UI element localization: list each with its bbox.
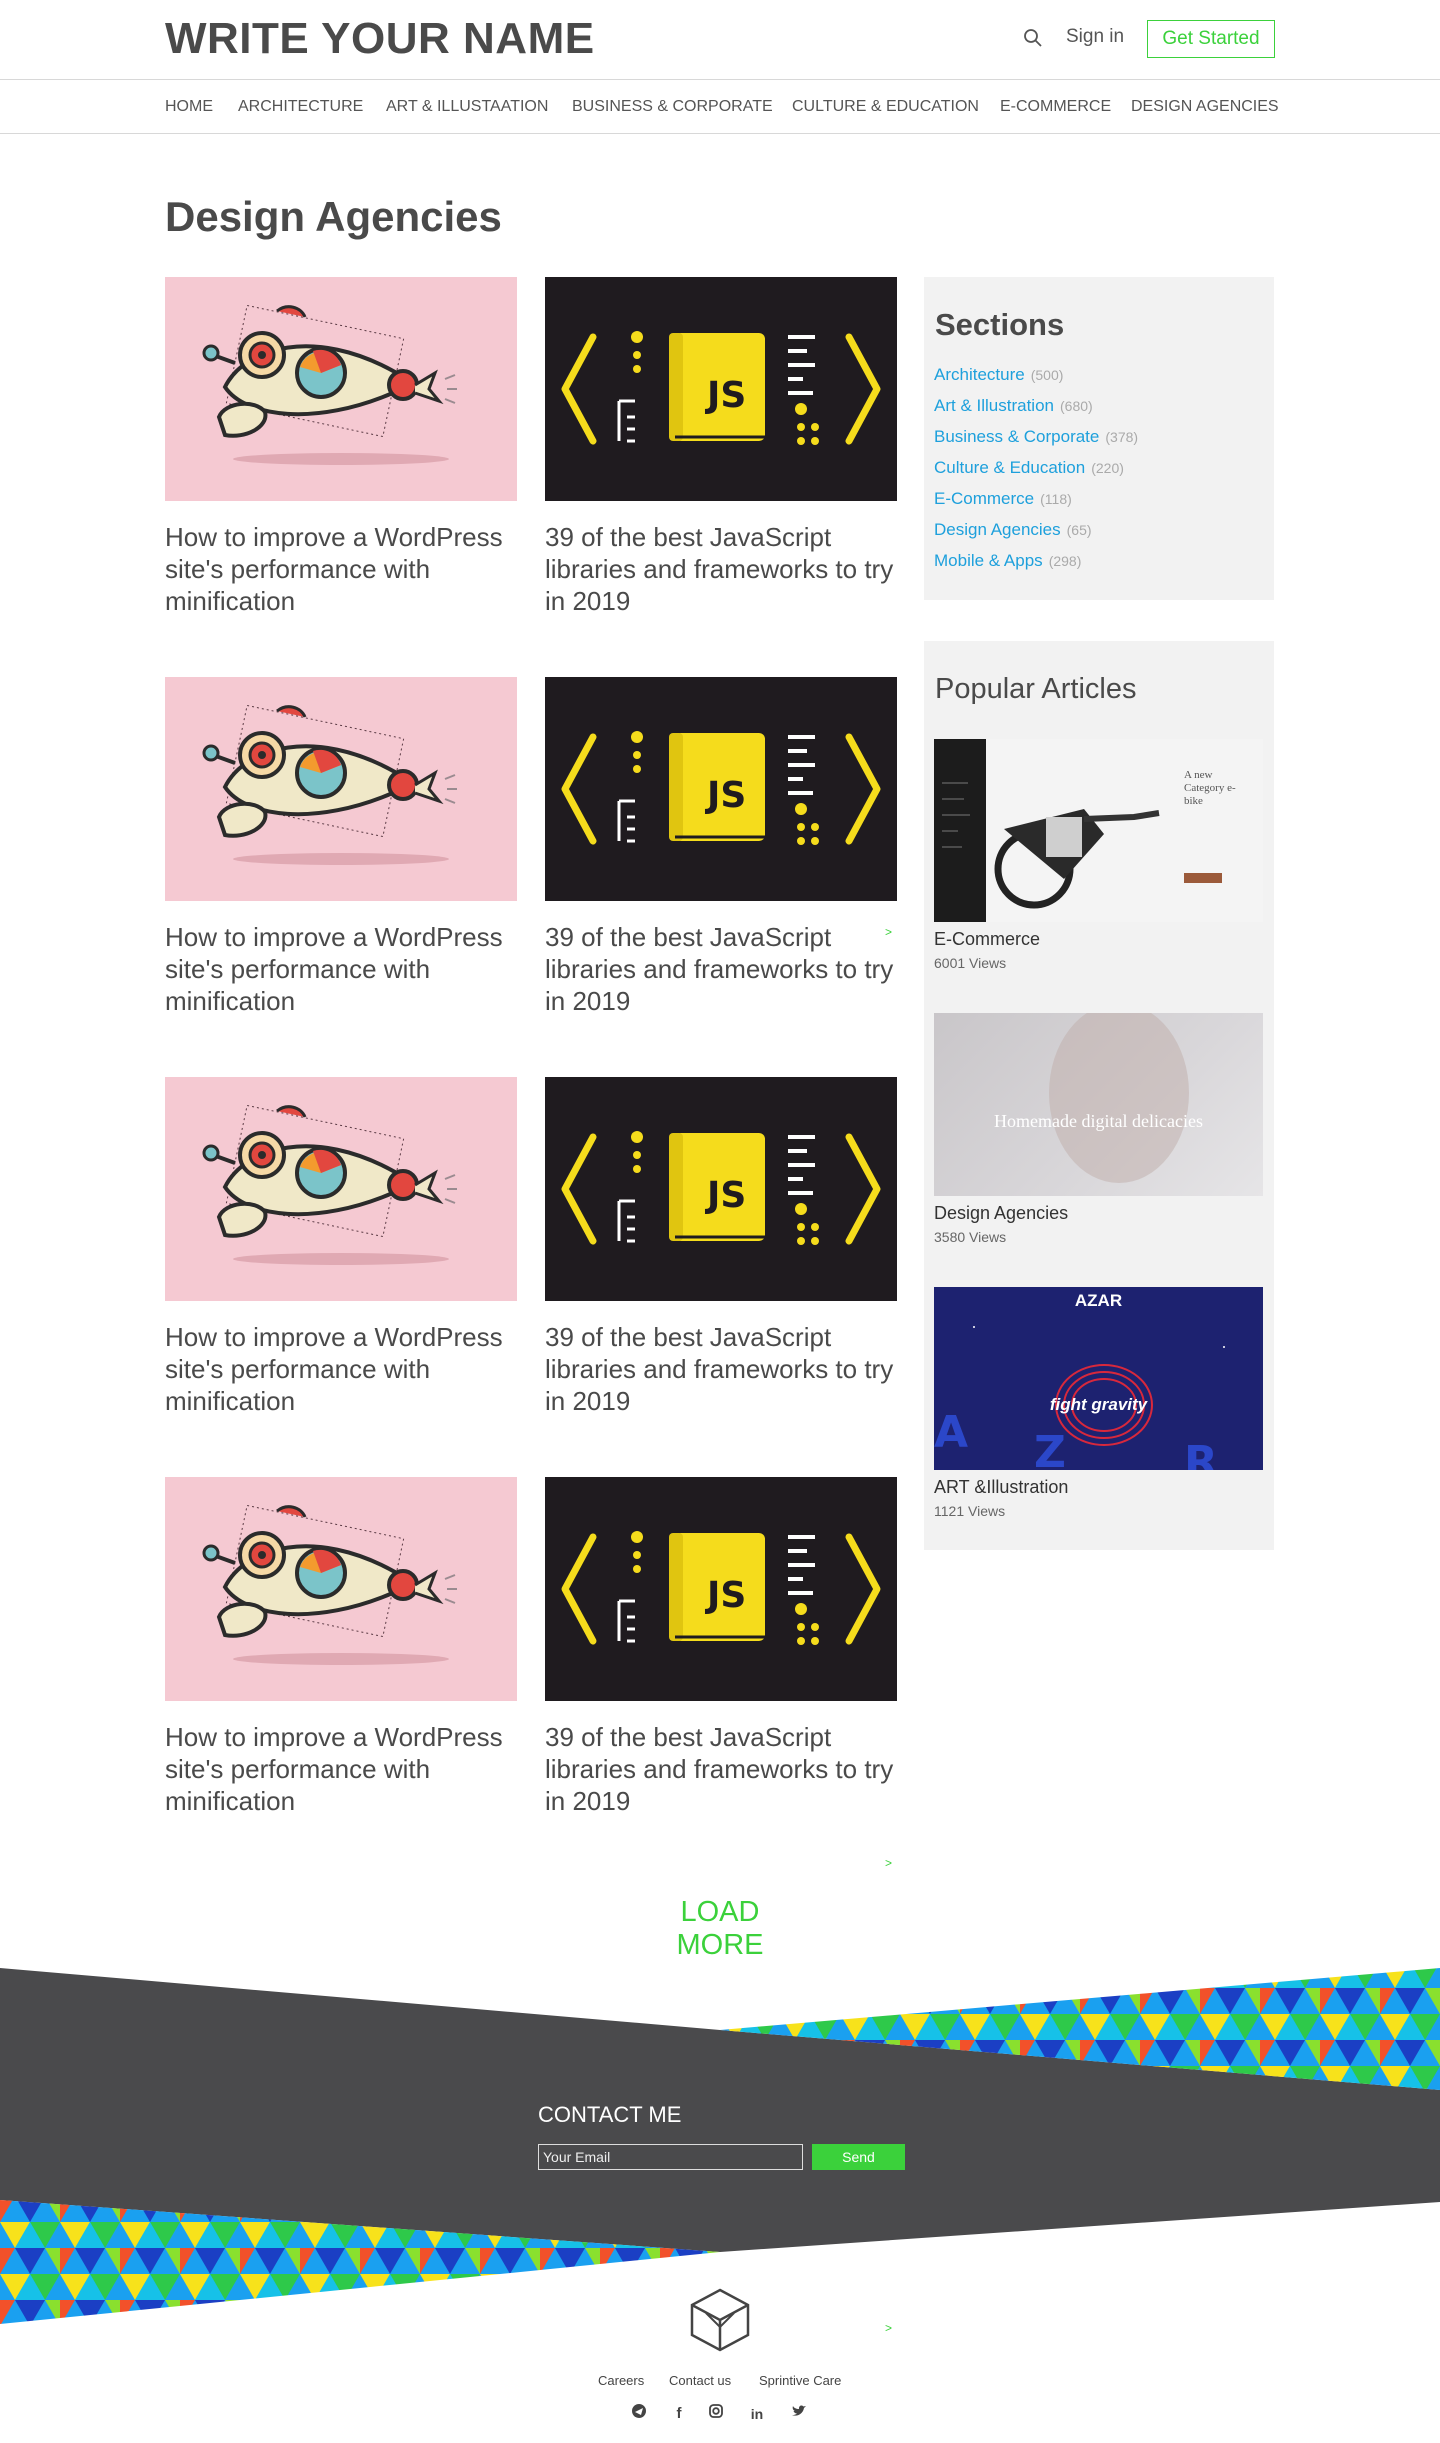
delicacies-thumbnail[interactable]: Homemade digital delicacies [934,1013,1263,1196]
rocket-illustration-image[interactable] [165,1077,517,1301]
article-card[interactable]: 39 of the best JavaScript libraries and … [545,677,897,1017]
nav-item-architecture[interactable]: ARCHITECTURE [238,98,363,116]
js-book-illustration-image[interactable] [545,677,897,901]
contact-title: CONTACT ME [538,2102,682,2127]
section-count: (220) [1091,460,1124,476]
chevron-right-icon: > [885,2321,893,2335]
section-count: (378) [1105,429,1139,445]
section-count: (680) [1060,398,1093,414]
js-book-illustration-image[interactable] [545,1077,897,1301]
search-icon[interactable] [1022,27,1044,49]
ebike-thumbnail-text: A new Category e-bike [1184,769,1236,807]
article-title[interactable]: How to improve a WordPress site's perfor… [165,1721,517,1817]
article-card[interactable]: How to improve a WordPress site's perfor… [165,1477,517,1817]
popular-article-views: 3580 Views [934,1229,1007,1245]
popular-article-views: 6001 Views [934,955,1007,971]
email-input[interactable] [538,2144,803,2170]
section-label[interactable]: Culture & Education [934,458,1085,477]
ebike-thumbnail[interactable]: A new Category e-bike [934,739,1263,922]
svg-text:R: R [1184,1437,1218,1470]
popular-articles-title: Popular Articles [935,673,1137,705]
nav-item-business-corporate[interactable]: BUSINESS & CORPORATE [572,98,773,116]
nav-item-home[interactable]: HOME [165,98,213,116]
signin-link[interactable]: Sign in [1066,26,1124,48]
section-label[interactable]: Architecture [934,365,1025,384]
article-title[interactable]: How to improve a WordPress site's perfor… [165,521,517,617]
section-label[interactable]: Art & Illustration [934,396,1054,415]
section-count: (118) [1040,491,1072,507]
svg-text:Z: Z [1034,1427,1066,1470]
article-title[interactable]: How to improve a WordPress site's perfor… [165,921,517,1017]
footer-link-careers[interactable]: Careers [598,2373,644,2388]
js-book-illustration-image[interactable] [545,1477,897,1701]
send-button[interactable]: Send [812,2144,905,2170]
fight-gravity-thumbnail-text: fight gravity [1049,1395,1148,1414]
article-card[interactable]: How to improve a WordPress site's perfor… [165,1077,517,1417]
section-link-business-corporate[interactable]: Business & Corporate (378) [934,427,1138,447]
section-count: (500) [1030,367,1064,383]
sections-panel: Sections Architecture (500) Art & Illustr… [924,277,1274,600]
popular-article-name[interactable]: Design Agencies [934,1203,1068,1224]
cube-logo-icon[interactable] [688,2287,752,2358]
chevron-right-icon: > [885,925,893,939]
article-card[interactable]: How to improve a WordPress site's perfor… [165,277,517,617]
section-link-art-illustration[interactable]: Art & Illustration (680) [934,396,1093,416]
rocket-illustration-image[interactable] [165,677,517,901]
thumbnail-button [1184,873,1222,883]
popular-article-name[interactable]: ART &Illustration [934,1477,1068,1498]
delicacies-thumbnail-text: Homemade digital delicacies [994,1111,1203,1131]
sections-title: Sections [935,307,1065,342]
nav-item-design-agencies[interactable]: DESIGN AGENCIES [1131,98,1279,116]
js-book-illustration-image[interactable] [545,277,897,501]
article-card[interactable]: 39 of the best JavaScript libraries and … [545,277,897,617]
site-brand[interactable]: WRITE YOUR NAME [165,14,595,64]
section-link-architecture[interactable]: Architecture (500) [934,365,1063,385]
footer-link-contact[interactable]: Contact us [669,2373,731,2388]
article-card[interactable]: 39 of the best JavaScript libraries and … [545,1477,897,1817]
get-started-button[interactable]: Get Started [1147,20,1275,58]
section-link-culture-education[interactable]: Culture & Education (220) [934,458,1124,478]
chevron-right-icon: > [885,1856,893,1870]
section-label[interactable]: Design Agencies [934,520,1061,539]
article-title[interactable]: 39 of the best JavaScript libraries and … [545,1321,897,1417]
article-title[interactable]: 39 of the best JavaScript libraries and … [545,921,897,1017]
popular-article-name[interactable]: E-Commerce [934,929,1040,950]
site-header: WRITE YOUR NAME Sign in Get Started [0,0,1440,80]
section-label[interactable]: E-Commerce [934,489,1034,508]
popular-article-views: 1121 Views [934,1503,1006,1519]
article-title[interactable]: 39 of the best JavaScript libraries and … [545,1721,897,1817]
section-count: (65) [1066,522,1092,538]
azar-logo-text: AZAR [1074,1291,1123,1310]
section-link-mobile-apps[interactable]: Mobile & Apps (298) [934,551,1081,571]
footer-link-sprintive-care[interactable]: Sprintive Care [759,2373,841,2388]
category-nav: HOME ARCHITECTURE ART & ILLUSTAATION BUS… [0,80,1440,134]
article-card[interactable]: 39 of the best JavaScript libraries and … [545,1077,897,1417]
nav-item-ecommerce[interactable]: E-COMMERCE [1000,98,1111,116]
section-link-ecommerce[interactable]: E-Commerce (118) [934,489,1072,509]
article-title[interactable]: How to improve a WordPress site's perfor… [165,1321,517,1417]
article-title[interactable]: 39 of the best JavaScript libraries and … [545,521,897,617]
page-title: Design Agencies [165,193,502,240]
linkedin-icon[interactable]: in [746,2403,768,2425]
facebook-icon[interactable]: f [668,2403,690,2425]
nav-item-culture-education[interactable]: CULTURE & EDUCATION [792,98,979,116]
load-more-label[interactable]: LOAD MORE [677,1896,764,1961]
fight-gravity-thumbnail[interactable]: A Z R AZAR fight gravity [934,1287,1263,1470]
instagram-icon[interactable] [705,2403,727,2425]
rocket-illustration-image[interactable] [165,1477,517,1701]
section-label[interactable]: Mobile & Apps [934,551,1043,570]
nav-item-art-illustration[interactable]: ART & ILLUSTAATION [386,98,548,116]
article-card[interactable]: How to improve a WordPress site's perfor… [165,677,517,1017]
popular-articles-panel: Popular Articles A new Category e-bike E… [924,641,1274,1550]
section-label[interactable]: Business & Corporate [934,427,1099,446]
twitter-icon[interactable] [788,2403,810,2425]
rocket-illustration-image[interactable] [165,277,517,501]
section-count: (298) [1048,553,1082,569]
section-link-design-agencies[interactable]: Design Agencies (65) [934,520,1092,540]
brand-icon[interactable] [628,2403,650,2425]
